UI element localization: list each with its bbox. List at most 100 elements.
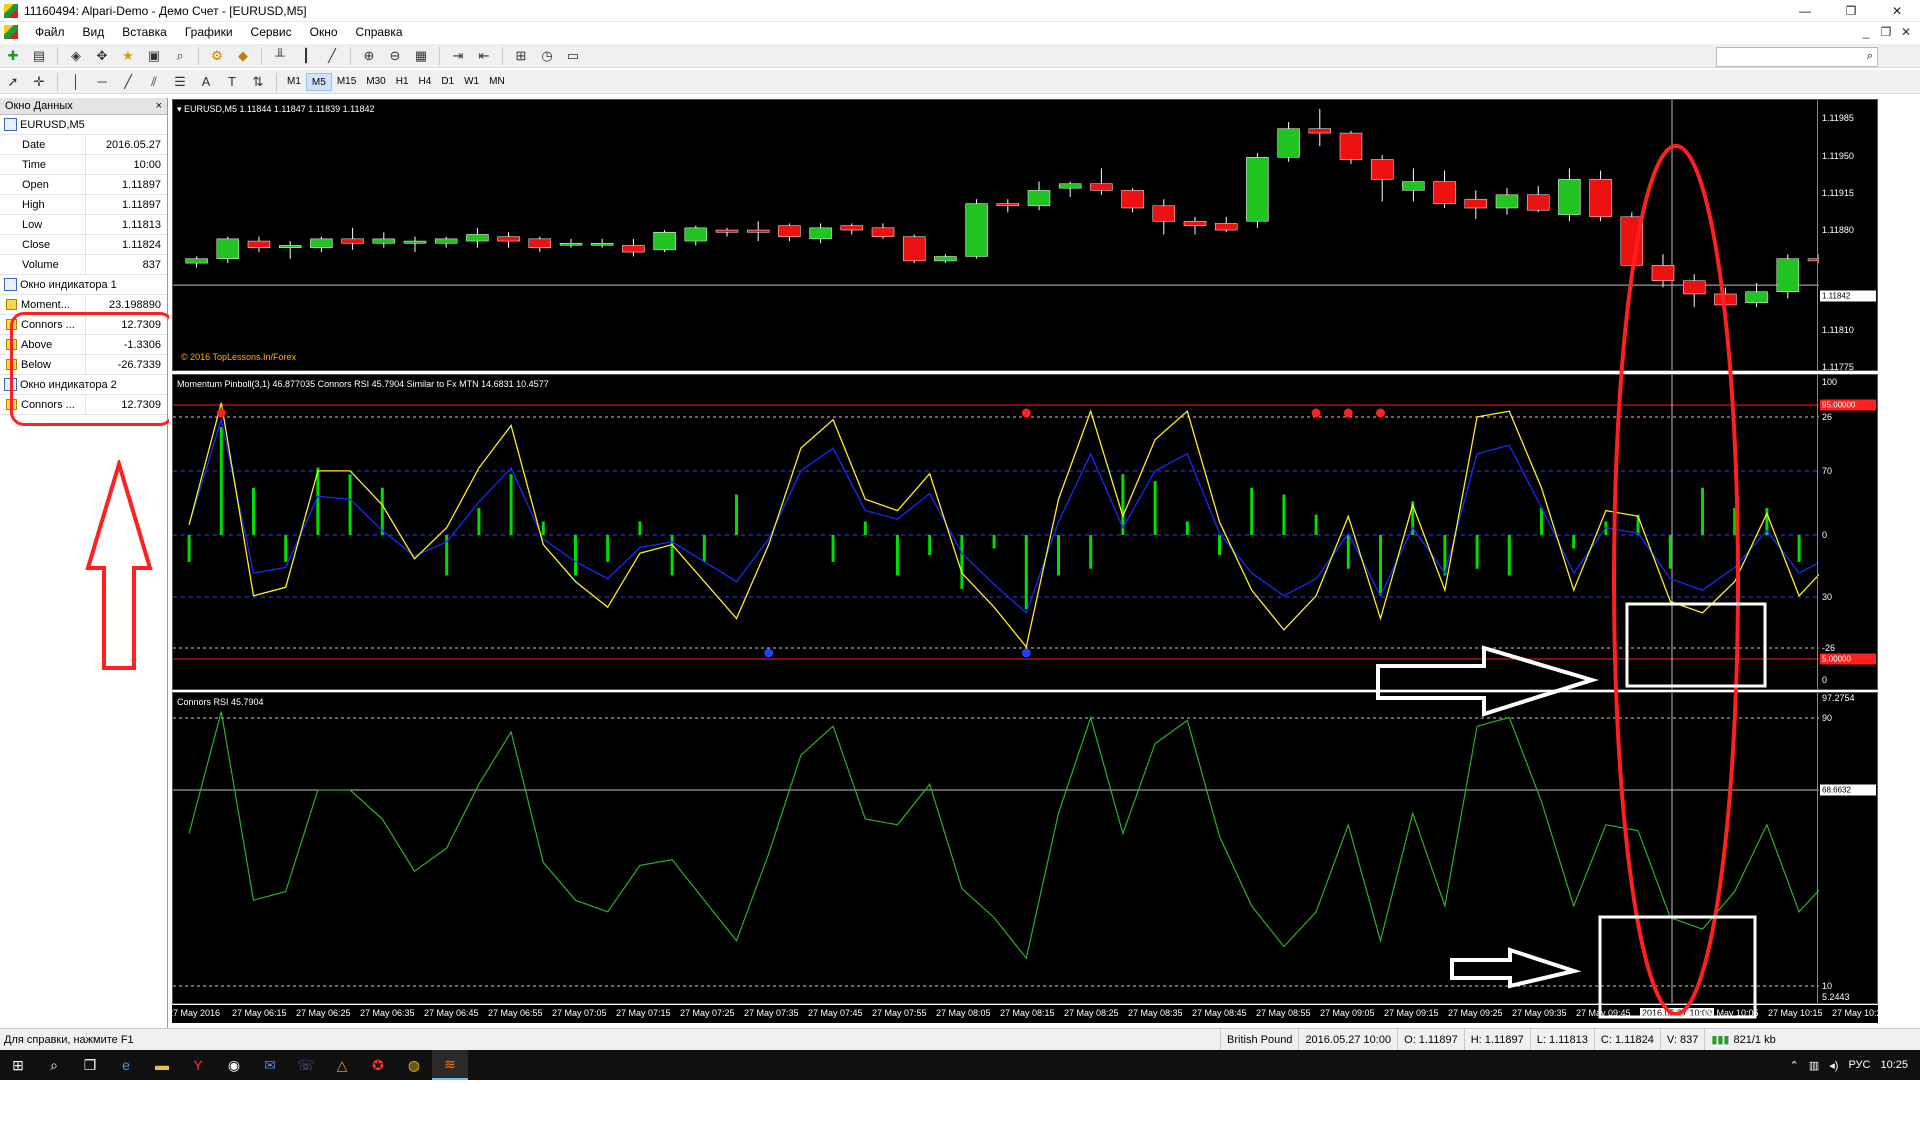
- app-icon[interactable]: △: [324, 1050, 360, 1080]
- bear-candle: [778, 225, 801, 237]
- mail-app-icon[interactable]: ✉: [252, 1050, 288, 1080]
- bull-candle: [1058, 183, 1082, 189]
- data-window-icon[interactable]: ✥: [91, 46, 113, 66]
- tray-chevron-icon[interactable]: ⌃: [1790, 1059, 1799, 1072]
- new-chart-icon[interactable]: ✚: [2, 46, 24, 66]
- search-input[interactable]: ⌕: [1716, 47, 1878, 67]
- text-icon[interactable]: A: [195, 72, 217, 92]
- timeframe-m15[interactable]: M15: [332, 73, 361, 91]
- bear-candle: [1651, 265, 1675, 281]
- timeframe-m1[interactable]: M1: [282, 73, 306, 91]
- time-tick: 27 May 06:45: [424, 1008, 479, 1018]
- bar-chart-icon[interactable]: ╨: [269, 46, 291, 66]
- time-tick: 27 May 06:15: [232, 1008, 287, 1018]
- vertical-line-icon[interactable]: │: [65, 72, 87, 92]
- bear-candle: [1308, 128, 1332, 134]
- keyboard-language[interactable]: РУС: [1848, 1059, 1870, 1071]
- close-panel-icon[interactable]: ×: [156, 100, 162, 112]
- menu-tools[interactable]: Сервис: [242, 25, 301, 39]
- candlestick-icon[interactable]: ┃: [295, 46, 317, 66]
- horizontal-line-icon[interactable]: ─: [91, 72, 113, 92]
- menu-charts[interactable]: Графики: [176, 25, 242, 39]
- tester-icon[interactable]: ⌕: [169, 46, 191, 66]
- app-icon[interactable]: ✪: [360, 1050, 396, 1080]
- network-icon[interactable]: ▥: [1809, 1059, 1819, 1072]
- child-restore-icon[interactable]: ❐: [1878, 25, 1894, 39]
- volume-icon[interactable]: ◂): [1829, 1059, 1838, 1072]
- bear-candle: [840, 225, 864, 231]
- menu-window[interactable]: Окно: [301, 25, 347, 39]
- zoom-out-icon[interactable]: ⊖: [384, 46, 406, 66]
- arrows-icon[interactable]: ⇅: [247, 72, 269, 92]
- new-order-icon[interactable]: ⚙: [206, 46, 228, 66]
- metatrader-taskbar-icon[interactable]: ≋: [432, 1050, 468, 1080]
- trendline-icon[interactable]: ╱: [117, 72, 139, 92]
- status-high: H: 1.11897: [1463, 1029, 1530, 1050]
- profiles-icon[interactable]: ▤: [28, 46, 50, 66]
- clock[interactable]: 10:25: [1880, 1059, 1908, 1071]
- status-datetime: 2016.05.27 10:00: [1298, 1029, 1397, 1050]
- time-tick: 27 May 07:45: [808, 1008, 863, 1018]
- indicator-window-2[interactable]: Connors RSI 45.7904 97.2754 90 68.6632 1…: [172, 692, 1878, 1004]
- down-triangle-icon: ▾: [177, 104, 182, 114]
- timeframe-w1[interactable]: W1: [459, 73, 484, 91]
- bear-candle: [1526, 194, 1550, 211]
- minimize-button[interactable]: —: [1782, 0, 1828, 22]
- menu-view[interactable]: Вид: [74, 25, 114, 39]
- timeframe-h4[interactable]: H4: [414, 73, 437, 91]
- tile-windows-icon[interactable]: ▦: [410, 46, 432, 66]
- price-axis: 1.11985 1.11950 1.11915 1.11880 1.11842 …: [1817, 100, 1877, 372]
- line-chart-icon[interactable]: ╱: [321, 46, 343, 66]
- file-explorer-icon[interactable]: ▬: [144, 1050, 180, 1080]
- text-label-icon[interactable]: T: [221, 72, 243, 92]
- close-window-button[interactable]: ✕: [1874, 0, 1920, 22]
- search-icon[interactable]: ⌕: [1867, 50, 1873, 63]
- timeframe-m30[interactable]: M30: [361, 73, 390, 91]
- ind1-tick: 0: [1822, 675, 1828, 685]
- maximize-button[interactable]: ❐: [1828, 0, 1874, 22]
- periods-icon[interactable]: ◷: [536, 46, 558, 66]
- chart-system-icon[interactable]: [4, 25, 18, 39]
- chrome-icon[interactable]: ◍: [396, 1050, 432, 1080]
- child-minimize-icon[interactable]: _: [1858, 25, 1874, 39]
- templates-icon[interactable]: ▭: [562, 46, 584, 66]
- bull-candle: [1745, 291, 1768, 304]
- time-tick: 27 May 09:35: [1512, 1008, 1567, 1018]
- fibonacci-icon[interactable]: ☰: [169, 72, 191, 92]
- bear-candle: [871, 227, 895, 237]
- market-watch-icon[interactable]: ◈: [65, 46, 87, 66]
- timeframe-h1[interactable]: H1: [391, 73, 414, 91]
- media-player-icon[interactable]: ◉: [216, 1050, 252, 1080]
- yandex-browser-icon[interactable]: Y: [180, 1050, 216, 1080]
- edge-browser-icon[interactable]: e: [108, 1050, 144, 1080]
- profile-name[interactable]: British Pound: [1220, 1029, 1298, 1050]
- connection-status[interactable]: ▮▮▮ 821/1 kb: [1704, 1029, 1781, 1050]
- cursor-icon[interactable]: ➚: [2, 72, 24, 92]
- crosshair-icon[interactable]: ✛: [28, 72, 50, 92]
- zoom-in-icon[interactable]: ⊕: [358, 46, 380, 66]
- timeframe-mn[interactable]: MN: [484, 73, 510, 91]
- menu-help[interactable]: Справка: [347, 25, 412, 39]
- windows-start-icon[interactable]: ⊞: [0, 1050, 36, 1080]
- bull-candle: [1558, 179, 1581, 215]
- signal-bars-icon: ▮▮▮: [1711, 1034, 1730, 1046]
- terminal-icon[interactable]: ▣: [143, 46, 165, 66]
- indicators-icon[interactable]: ⊞: [510, 46, 532, 66]
- price-tick: 1.11775: [1822, 362, 1854, 372]
- data-value: 1.11897: [122, 198, 161, 211]
- timeframe-d1[interactable]: D1: [436, 73, 459, 91]
- menu-file[interactable]: Файл: [26, 25, 74, 39]
- timeframe-m5[interactable]: M5: [305, 72, 332, 91]
- viber-icon[interactable]: ☏: [288, 1050, 324, 1080]
- price-chart-window[interactable]: ▾ EURUSD,M5 1.11844 1.11847 1.11839 1.11…: [172, 99, 1878, 372]
- search-icon[interactable]: ⌕: [36, 1050, 72, 1080]
- child-close-icon[interactable]: ✕: [1898, 25, 1914, 39]
- indicator-window-1[interactable]: Momentum Pinboll(3,1) 46.877035 Connors …: [172, 374, 1878, 690]
- auto-scroll-icon[interactable]: ⇥: [447, 46, 469, 66]
- task-view-icon[interactable]: ❐: [72, 1050, 108, 1080]
- menu-insert[interactable]: Вставка: [113, 25, 176, 39]
- navigator-icon[interactable]: ★: [117, 46, 139, 66]
- autotrading-icon[interactable]: ◆: [232, 46, 254, 66]
- chart-shift-icon[interactable]: ⇤: [473, 46, 495, 66]
- channel-icon[interactable]: ⫽: [143, 72, 165, 92]
